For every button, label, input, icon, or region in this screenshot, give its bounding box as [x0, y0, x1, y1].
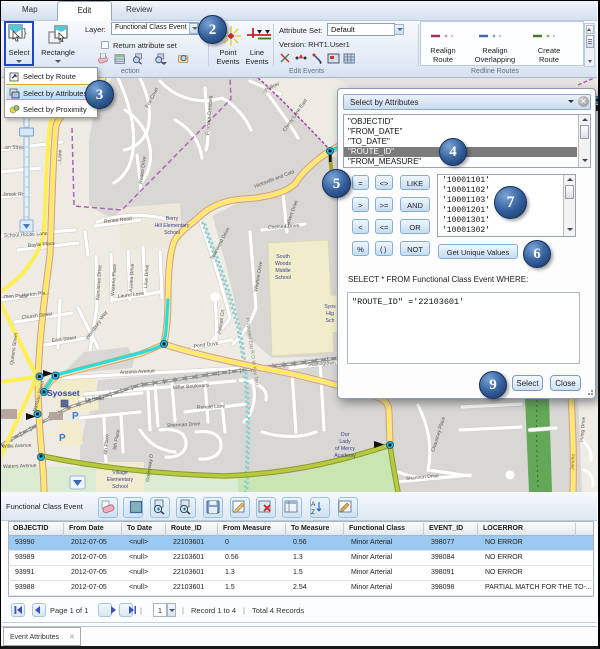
svg-text:Sch: Sch [326, 318, 335, 324]
svg-text:...Lane: ...Lane [57, 149, 64, 165]
svg-text:Lady: Lady [339, 439, 351, 445]
svg-text:Elementary: Elementary [107, 477, 134, 483]
svg-text:Our: Our [341, 432, 350, 438]
svg-text:School: School [164, 230, 180, 236]
svg-text:Syosset: Syosset [47, 388, 80, 398]
svg-text:Woods: Woods [275, 261, 291, 267]
svg-text:P: P [72, 411, 79, 422]
svg-text:A: A [311, 501, 316, 508]
svg-text:Jericho: Jericho [570, 454, 577, 471]
svg-text:Academy: Academy [334, 453, 356, 459]
svg-text:School: School [275, 275, 291, 281]
svg-text:South: South [276, 254, 290, 260]
svg-text:Z: Z [311, 509, 315, 516]
svg-text:Village: Village [112, 470, 128, 476]
svg-text:School: School [112, 484, 128, 490]
svg-text:Waters Avenue: Waters Avenue [3, 463, 37, 470]
svg-text:Berry: Berry [166, 216, 179, 222]
svg-text:...brook Roa: ...brook Roa [1, 192, 27, 198]
svg-text:Hig: Hig [326, 311, 334, 317]
svg-text:...an Street: ...an Street [1, 145, 26, 151]
svg-text:}: } [23, 27, 27, 39]
svg-text:Syos: Syos [324, 304, 336, 310]
svg-text:Middle: Middle [275, 268, 290, 274]
svg-text:of Mercy: of Mercy [335, 446, 355, 452]
svg-text:P: P [59, 433, 66, 444]
svg-text:Hill Elementary: Hill Elementary [155, 223, 190, 229]
